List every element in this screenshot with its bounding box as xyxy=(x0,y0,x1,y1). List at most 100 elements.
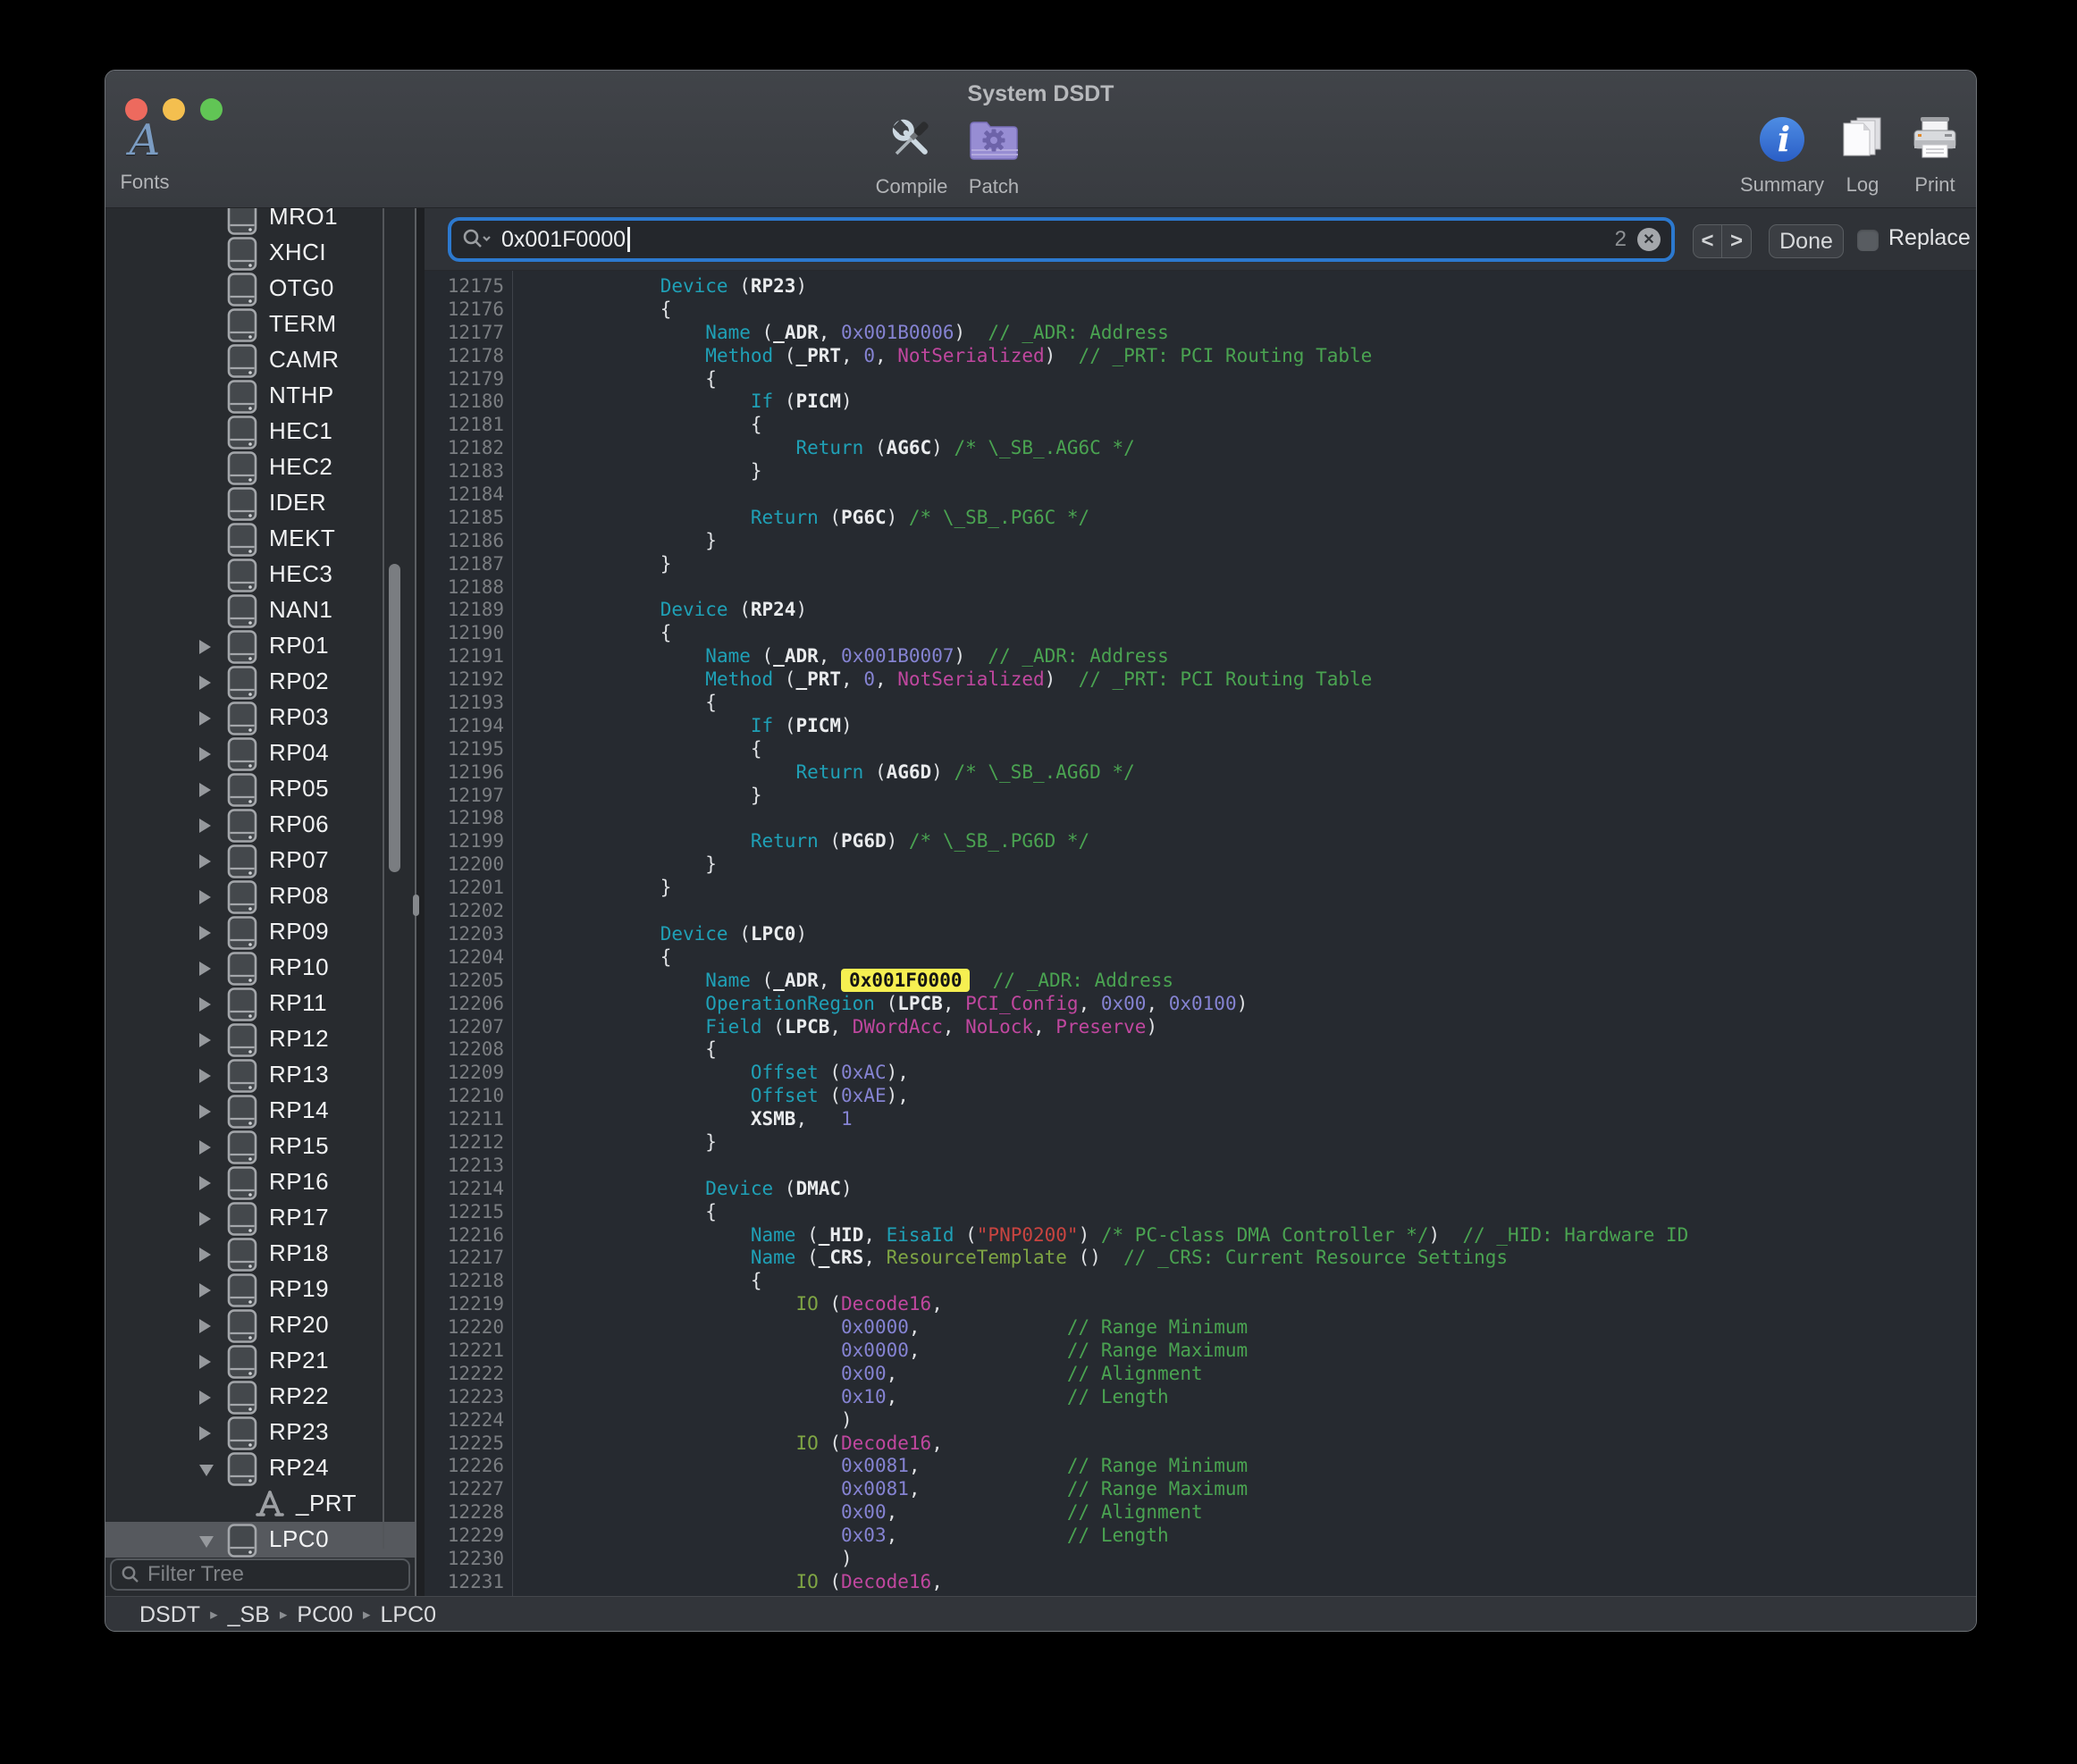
sidebar-item-rp06[interactable]: RP06 xyxy=(105,807,415,843)
search-input[interactable]: 0x001F0000 2 ✕ xyxy=(448,217,1675,262)
sidebar-item-nthp[interactable]: NTHP xyxy=(105,378,415,414)
code-line[interactable]: 12190 { xyxy=(425,622,1977,645)
code-line[interactable]: 12178 Method (_PRT, 0, NotSerialized) //… xyxy=(425,345,1977,368)
sidebar-item-hec2[interactable]: HEC2 xyxy=(105,449,415,485)
sidebar-item-rp10[interactable]: RP10 xyxy=(105,950,415,986)
code-line[interactable]: 12196 Return (AG6D) /* \_SB_.AG6D */ xyxy=(425,761,1977,785)
sidebar-item-hec3[interactable]: HEC3 xyxy=(105,557,415,592)
disclosure-triangle-icon[interactable] xyxy=(199,1390,211,1405)
disclosure-triangle-icon[interactable] xyxy=(199,854,211,869)
sidebar-item-rp03[interactable]: RP03 xyxy=(105,700,415,735)
code-line[interactable]: 12206 OperationRegion (LPCB, PCI_Config,… xyxy=(425,993,1977,1016)
code-line[interactable]: 12182 Return (AG6C) /* \_SB_.AG6C */ xyxy=(425,437,1977,460)
code-line[interactable]: 12187 } xyxy=(425,553,1977,576)
sidebar-item-rp24[interactable]: RP24 xyxy=(105,1450,415,1486)
code-line[interactable]: 12217 Name (_CRS, ResourceTemplate () //… xyxy=(425,1247,1977,1270)
disclosure-triangle-icon[interactable] xyxy=(199,1355,211,1369)
disclosure-triangle-icon[interactable] xyxy=(199,1176,211,1190)
disclosure-triangle-icon[interactable] xyxy=(199,1247,211,1262)
disclosure-triangle-icon[interactable] xyxy=(199,1465,214,1476)
done-button[interactable]: Done xyxy=(1769,224,1844,258)
code-line[interactable]: 12207 Field (LPCB, DWordAcc, NoLock, Pre… xyxy=(425,1016,1977,1039)
sidebar-item-rp20[interactable]: RP20 xyxy=(105,1307,415,1343)
sidebar-item-rp07[interactable]: RP07 xyxy=(105,843,415,878)
code-line[interactable]: 12192 Method (_PRT, 0, NotSerialized) //… xyxy=(425,668,1977,692)
code-line[interactable]: 12186 } xyxy=(425,530,1977,553)
replace-checkbox[interactable] xyxy=(1857,230,1879,251)
disclosure-triangle-icon[interactable] xyxy=(199,1033,211,1047)
code-line[interactable]: 12214 Device (DMAC) xyxy=(425,1178,1977,1201)
code-line[interactable]: 12213 xyxy=(425,1155,1977,1178)
disclosure-triangle-icon[interactable] xyxy=(199,1105,211,1119)
disclosure-triangle-icon[interactable] xyxy=(199,1140,211,1155)
filter-tree-input[interactable]: Filter Tree xyxy=(110,1558,410,1591)
clear-search-button[interactable]: ✕ xyxy=(1637,228,1661,251)
disclosure-triangle-icon[interactable] xyxy=(199,1426,211,1441)
disclosure-triangle-icon[interactable] xyxy=(199,819,211,833)
code-line[interactable]: 12216 Name (_HID, EisaId ("PNP0200") /* … xyxy=(425,1224,1977,1247)
code-line[interactable]: 12229 0x03, // Length xyxy=(425,1525,1977,1548)
code-line[interactable]: 12184 xyxy=(425,483,1977,507)
fonts-button[interactable]: A Fonts xyxy=(105,115,207,194)
sidebar-item-lpc0[interactable]: LPC0 xyxy=(105,1522,415,1558)
code-line[interactable]: 12231 IO (Decode16, xyxy=(425,1571,1977,1594)
disclosure-triangle-icon[interactable] xyxy=(199,747,211,761)
sidebar-item-nan1[interactable]: NAN1 xyxy=(105,592,415,628)
sidebar-item-rp23[interactable]: RP23 xyxy=(105,1415,415,1450)
disclosure-triangle-icon[interactable] xyxy=(199,1283,211,1298)
code-line[interactable]: 12175 Device (RP23) xyxy=(425,275,1977,298)
code-line[interactable]: 12218 { xyxy=(425,1270,1977,1293)
sidebar-item-rp14[interactable]: RP14 xyxy=(105,1093,415,1129)
code-line[interactable]: 12197 } xyxy=(425,785,1977,808)
disclosure-triangle-icon[interactable] xyxy=(199,676,211,690)
code-line[interactable]: 12189 Device (RP24) xyxy=(425,599,1977,622)
code-line[interactable]: 12194 If (PICM) xyxy=(425,715,1977,738)
code-line[interactable]: 12177 Name (_ADR, 0x001B0006) // _ADR: A… xyxy=(425,322,1977,345)
sidebar-item-hec1[interactable]: HEC1 xyxy=(105,414,415,449)
sidebar-item-rp04[interactable]: RP04 xyxy=(105,735,415,771)
disclosure-triangle-icon[interactable] xyxy=(199,1069,211,1083)
breadcrumb-item-_sb[interactable]: _SB xyxy=(228,1602,270,1628)
breadcrumb-item-lpc0[interactable]: LPC0 xyxy=(381,1602,437,1628)
disclosure-triangle-icon[interactable] xyxy=(199,997,211,1012)
code-line[interactable]: 12211 XSMB, 1 xyxy=(425,1108,1977,1131)
code-line[interactable]: 12200 } xyxy=(425,853,1977,877)
sidebar-item-mro1[interactable]: MRO1 xyxy=(105,208,415,235)
code-line[interactable]: 12209 Offset (0xAC), xyxy=(425,1062,1977,1085)
disclosure-triangle-icon[interactable] xyxy=(199,783,211,797)
code-line[interactable]: 12188 xyxy=(425,576,1977,600)
sidebar-item-rp11[interactable]: RP11 xyxy=(105,986,415,1021)
code-line[interactable]: 12230 ) xyxy=(425,1548,1977,1571)
sidebar-item-rp17[interactable]: RP17 xyxy=(105,1200,415,1236)
code-line[interactable]: 12195 { xyxy=(425,738,1977,761)
disclosure-triangle-icon[interactable] xyxy=(199,640,211,654)
sidebar-item-rp01[interactable]: RP01 xyxy=(105,628,415,664)
disclosure-triangle-icon[interactable] xyxy=(199,1536,214,1548)
sidebar-item-rp05[interactable]: RP05 xyxy=(105,771,415,807)
sidebar-scrollbar-thumb[interactable] xyxy=(389,564,400,872)
splitter-handle-icon[interactable] xyxy=(413,895,419,916)
next-match-button[interactable]: > xyxy=(1722,225,1751,257)
sidebar-item-rp12[interactable]: RP12 xyxy=(105,1021,415,1057)
code-line[interactable]: 12225 IO (Decode16, xyxy=(425,1432,1977,1456)
sidebar-item-rp22[interactable]: RP22 xyxy=(105,1379,415,1415)
sidebar-item-rp16[interactable]: RP16 xyxy=(105,1164,415,1200)
sidebar-item-rp08[interactable]: RP08 xyxy=(105,878,415,914)
code-line[interactable]: 12201 } xyxy=(425,877,1977,900)
code-line[interactable]: 12208 { xyxy=(425,1038,1977,1062)
code-line[interactable]: 12199 Return (PG6D) /* \_SB_.PG6D */ xyxy=(425,830,1977,853)
sidebar-item-ider[interactable]: IDER xyxy=(105,485,415,521)
disclosure-triangle-icon[interactable] xyxy=(199,1212,211,1226)
sidebar-item-rp21[interactable]: RP21 xyxy=(105,1343,415,1379)
code-line[interactable]: 12228 0x00, // Alignment xyxy=(425,1501,1977,1525)
code-line[interactable]: 12179 { xyxy=(425,368,1977,391)
sidebar-item-rp09[interactable]: RP09 xyxy=(105,914,415,950)
code-line[interactable]: 12204 { xyxy=(425,946,1977,970)
code-line[interactable]: 12185 Return (PG6C) /* \_SB_.PG6C */ xyxy=(425,507,1977,530)
code-line[interactable]: 12180 If (PICM) xyxy=(425,391,1977,414)
code-line[interactable]: 12215 { xyxy=(425,1201,1977,1224)
breadcrumb-item-pc00[interactable]: PC00 xyxy=(297,1602,353,1628)
code-line[interactable]: 12224 ) xyxy=(425,1409,1977,1432)
code-line[interactable]: 12222 0x00, // Alignment xyxy=(425,1363,1977,1386)
code-line[interactable]: 12191 Name (_ADR, 0x001B0007) // _ADR: A… xyxy=(425,645,1977,668)
